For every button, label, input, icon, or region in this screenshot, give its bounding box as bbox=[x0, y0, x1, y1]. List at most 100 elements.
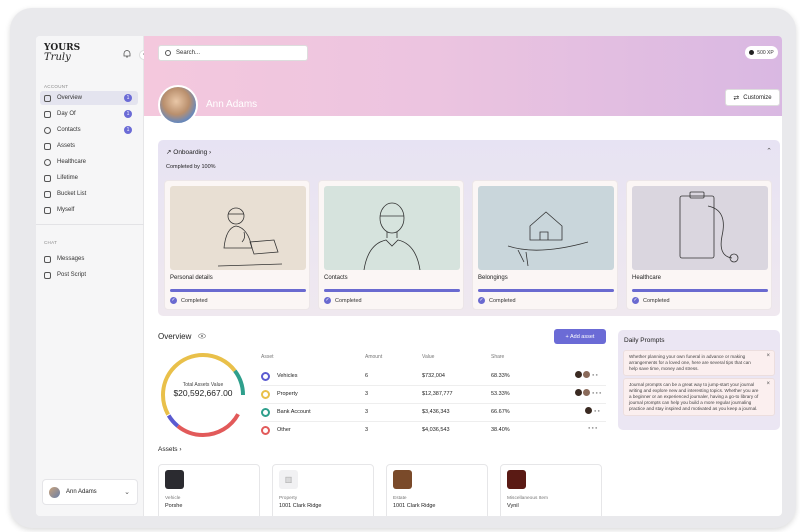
check-icon: ✓ bbox=[632, 297, 639, 304]
asset-name: Vynil bbox=[507, 503, 519, 509]
progress-bar bbox=[478, 289, 614, 292]
asset-name: Other bbox=[277, 427, 291, 433]
asset-card[interactable]: Vehicle Porshe bbox=[158, 464, 260, 516]
check-icon: ✓ bbox=[478, 297, 485, 304]
card-status: ✓ Completed bbox=[324, 297, 362, 304]
avatar bbox=[585, 407, 592, 414]
onboarding-title[interactable]: ↗ Onboarding › bbox=[166, 148, 211, 156]
message-icon bbox=[44, 255, 51, 263]
asset-name: Vehicles bbox=[277, 373, 298, 379]
sidebar-item-overview[interactable]: Overview 1 bbox=[40, 91, 138, 105]
table-row[interactable]: Other 3 $4,036,543 38.40% ● ● ● bbox=[261, 422, 606, 439]
asset-name: Porshe bbox=[165, 503, 183, 509]
asset-share: 38.40% bbox=[491, 427, 510, 433]
sidebar-item-healthcare[interactable]: Healthcare bbox=[40, 155, 138, 169]
logo-line-2: Truly bbox=[44, 52, 71, 63]
onboarding-card-belongings[interactable]: Belongings ✓ Completed bbox=[472, 180, 618, 310]
sidebar-item-messages[interactable]: Messages bbox=[40, 252, 138, 266]
sidebar-item-myself[interactable]: Myself bbox=[40, 203, 138, 217]
asset-name: 1001 Clark Ridge bbox=[279, 503, 322, 509]
prompt-card[interactable]: Journal prompts can be a great way to ju… bbox=[623, 378, 775, 416]
card-title: Healthcare bbox=[632, 275, 662, 281]
table-row[interactable]: Bank Account 3 $3,436,343 66.67% ● ● bbox=[261, 404, 606, 421]
sidebar-divider bbox=[36, 224, 144, 225]
assets-title[interactable]: Assets › bbox=[158, 446, 182, 453]
xp-icon bbox=[749, 50, 755, 55]
tablet-frame: YOURS Truly ‹ ACCOUNT Overview 1 Day Of … bbox=[10, 8, 796, 528]
status-label: Completed bbox=[489, 297, 516, 304]
sidebar-item-label: Lifetime bbox=[57, 175, 79, 181]
calendar-icon bbox=[44, 110, 51, 118]
assets-icon bbox=[44, 142, 51, 150]
user-menu[interactable]: Ann Adams ⌄ bbox=[42, 479, 138, 505]
assets-title-text: Assets bbox=[158, 446, 178, 453]
asset-value: $732,004 bbox=[422, 373, 445, 379]
category-color-icon bbox=[261, 426, 270, 435]
more-icon: ● ● ● bbox=[592, 390, 602, 395]
asset-amount: 3 bbox=[365, 391, 369, 397]
onboarding-card-contacts[interactable]: Contacts ✓ Completed bbox=[318, 180, 464, 310]
bell-icon[interactable] bbox=[122, 49, 132, 59]
asset-category: Miscellaneous Item bbox=[507, 496, 549, 501]
onboarding-card-healthcare[interactable]: Healthcare ✓ Completed bbox=[626, 180, 772, 310]
clipboard-stethoscope-sketch bbox=[679, 191, 739, 263]
avatar bbox=[583, 389, 590, 396]
add-asset-button[interactable]: + Add asset bbox=[554, 329, 606, 344]
healthcare-icon bbox=[44, 158, 51, 166]
asset-amount: 3 bbox=[365, 409, 369, 415]
prompt-card[interactable]: Whether planning your own funeral in adv… bbox=[623, 350, 775, 376]
close-icon[interactable]: × bbox=[766, 353, 770, 359]
table-row[interactable]: Vehicles 6 $732,004 68.33% ● ● bbox=[261, 368, 606, 385]
notification-badge: 1 bbox=[124, 94, 132, 102]
table-row[interactable]: Property 3 $12,387,777 53.33% ● ● ● bbox=[261, 386, 606, 403]
sidebar-item-contacts[interactable]: Contacts 1 bbox=[40, 123, 138, 137]
sidebar-item-day-of[interactable]: Day Of 1 bbox=[40, 107, 138, 121]
avatar bbox=[583, 371, 590, 378]
column-header-value: Value bbox=[422, 354, 435, 360]
asset-share: 68.33% bbox=[491, 373, 510, 379]
asset-card[interactable]: Miscellaneous Item Vynil bbox=[500, 464, 602, 516]
sidebar-item-lifetime[interactable]: Lifetime bbox=[40, 171, 138, 185]
column-header-amount: Amount bbox=[365, 354, 383, 360]
asset-share: 66.67% bbox=[491, 409, 510, 415]
sidebar-item-label: Healthcare bbox=[57, 159, 87, 165]
progress-bar bbox=[324, 289, 460, 292]
card-title: Personal details bbox=[170, 275, 213, 281]
notification-badge: 1 bbox=[124, 110, 132, 118]
asset-value: $3,436,343 bbox=[422, 409, 450, 415]
xp-badge[interactable]: 500 XP bbox=[745, 46, 778, 59]
sidebar-item-label: Day Of bbox=[57, 111, 76, 117]
progress-bar bbox=[170, 289, 306, 292]
sidebar-item-assets[interactable]: Assets bbox=[40, 139, 138, 153]
asset-name: Bank Account bbox=[277, 409, 311, 415]
avatar bbox=[575, 371, 582, 378]
onboarding-card-personal-details[interactable]: Personal details ✓ Completed bbox=[164, 180, 310, 310]
sidebar-item-label: Contacts bbox=[57, 127, 81, 133]
sidebar-item-post-script[interactable]: Post Script bbox=[40, 268, 138, 282]
asset-name: Property bbox=[277, 391, 298, 397]
sidebar-item-bucket-list[interactable]: Bucket List bbox=[40, 187, 138, 201]
list-icon bbox=[44, 190, 51, 198]
asset-thumbnail bbox=[507, 470, 526, 489]
collapse-chevron-icon[interactable]: ⌃ bbox=[766, 147, 772, 155]
close-icon[interactable]: × bbox=[766, 381, 770, 387]
section-label-account: ACCOUNT bbox=[44, 84, 69, 89]
daily-prompts-panel: Daily Prompts Whether planning your own … bbox=[618, 330, 780, 430]
asset-name: 1001 Clark Ridge bbox=[393, 503, 436, 509]
asset-card[interactable]: ▥ Property 1001 Clark Ridge bbox=[272, 464, 374, 516]
avatar bbox=[49, 486, 60, 498]
card-title: Contacts bbox=[324, 275, 348, 281]
search-input[interactable]: Search... bbox=[158, 45, 308, 61]
eye-icon[interactable] bbox=[198, 332, 206, 340]
customize-button[interactable]: ⇄ Customize bbox=[725, 89, 780, 106]
asset-thumbnail bbox=[393, 470, 412, 489]
asset-amount: 6 bbox=[365, 373, 369, 379]
sidebar-item-label: Assets bbox=[57, 143, 76, 149]
sidebar-item-label: Messages bbox=[57, 256, 85, 262]
asset-amount: 3 bbox=[365, 427, 369, 433]
search-placeholder: Search... bbox=[176, 50, 201, 56]
total-assets-value: $20,592,667.00 bbox=[173, 388, 233, 398]
profile-avatar[interactable] bbox=[158, 85, 198, 125]
asset-card[interactable]: Estate 1001 Clark Ridge bbox=[386, 464, 488, 516]
daily-prompts-title: Daily Prompts bbox=[624, 337, 665, 344]
